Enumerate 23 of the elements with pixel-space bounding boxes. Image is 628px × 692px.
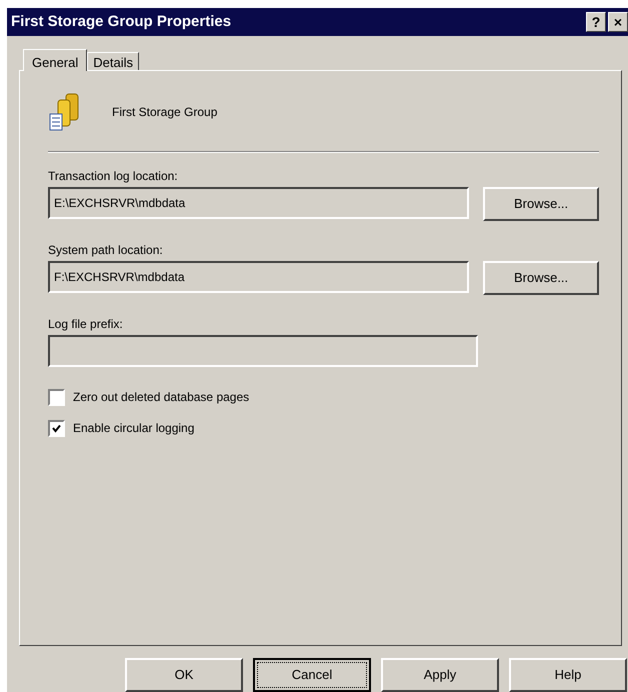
storage-group-name: First Storage Group	[112, 104, 218, 119]
dialog-button[interactable]: OK	[125, 658, 243, 692]
close-button[interactable]: ×	[608, 12, 628, 32]
checkbox[interactable]	[48, 388, 65, 406]
tab[interactable]: General	[23, 48, 88, 71]
browse-button[interactable]: Browse...	[483, 186, 599, 221]
dialog-button[interactable]: Apply	[381, 658, 499, 692]
dialog-button[interactable]: Cancel	[253, 658, 371, 692]
field-label: System path location:	[48, 242, 164, 257]
input-field[interactable]	[48, 334, 478, 367]
checkbox-label: Enable circular logging	[73, 421, 194, 436]
checkbox[interactable]	[48, 420, 65, 437]
input-field[interactable]: F:\EXCHSRVR\mdbdata	[48, 260, 470, 293]
help-button[interactable]: ?	[586, 12, 606, 32]
checkbox-label: Zero out deleted database pages	[73, 390, 250, 404]
check-icon	[52, 424, 61, 433]
tab[interactable]: Details	[87, 52, 139, 70]
window-title: First Storage Group Properties	[11, 13, 232, 30]
field-label: Transaction log location:	[48, 168, 179, 183]
browse-button[interactable]: Browse...	[483, 260, 599, 295]
input-field[interactable]: E:\EXCHSRVR\mdbdata	[48, 186, 470, 219]
field-label: Log file prefix:	[48, 316, 124, 331]
dialog-button[interactable]: Help	[509, 658, 627, 692]
